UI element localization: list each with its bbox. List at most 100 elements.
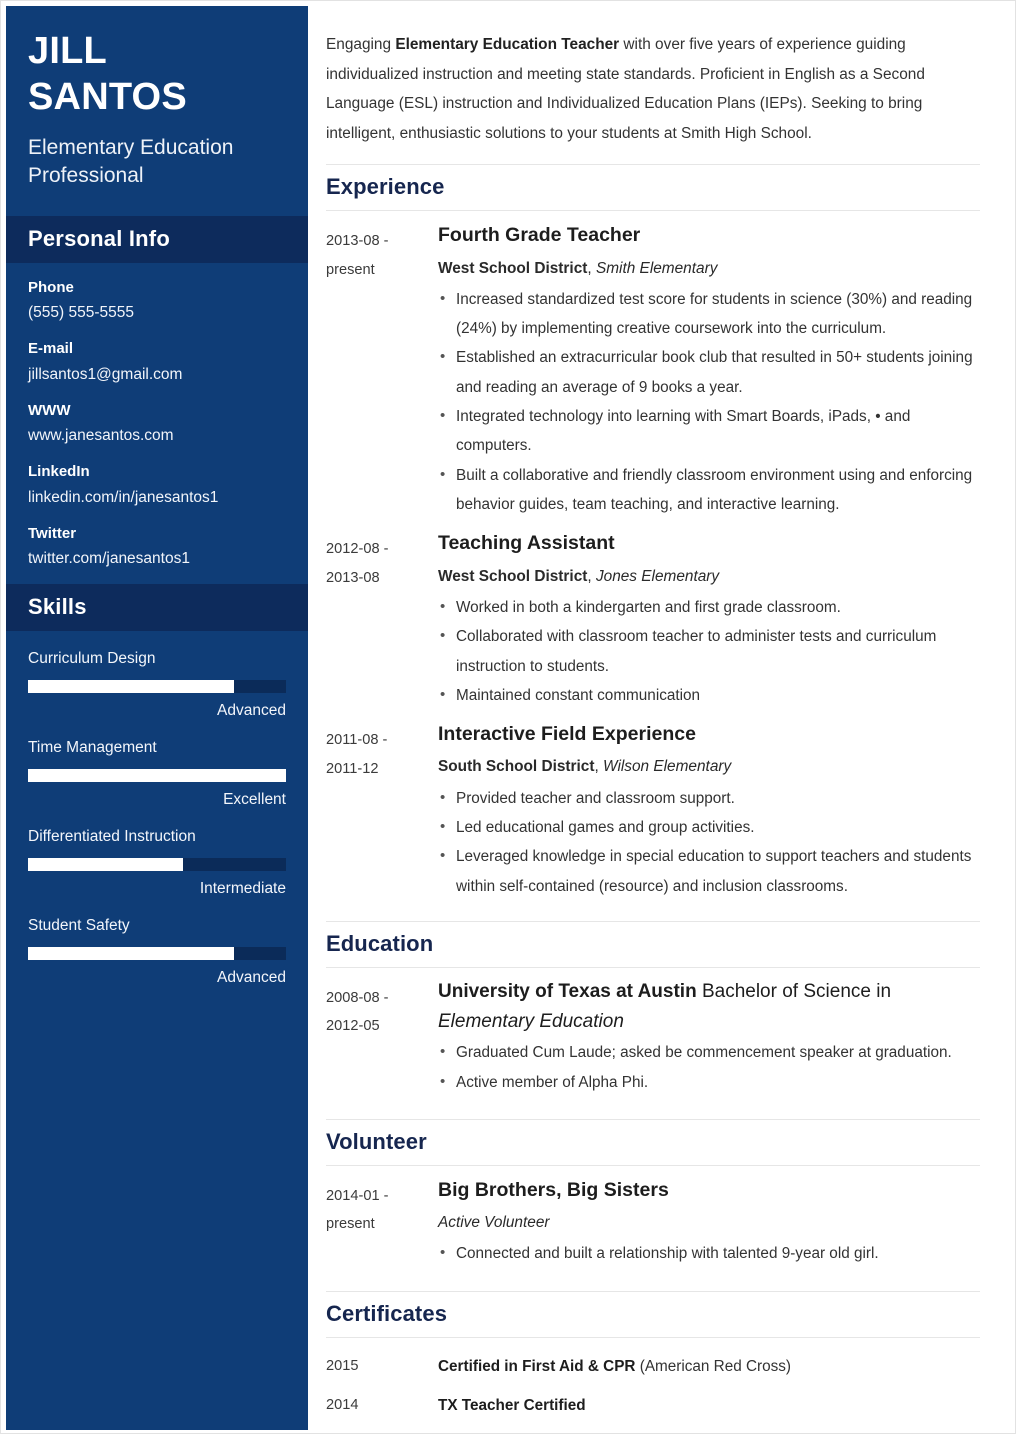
- volunteer-entries: 2014-01 - present Big Brothers, Big Sister…: [326, 1176, 980, 1275]
- job-bullets: Provided teacher and classroom support.L…: [438, 784, 980, 901]
- skill-progress-fill: [28, 680, 235, 694]
- employer-name: West School District: [438, 567, 588, 585]
- contact-label: LinkedIn: [28, 463, 90, 481]
- resume-page: JILL SANTOS Elementary Education Profess…: [0, 0, 1016, 1434]
- skill-item: Differentiated Instruction Intermediate: [28, 825, 286, 900]
- date-to: 2011-12: [326, 760, 379, 777]
- skill-level-label: Excellent: [223, 791, 286, 809]
- skill-level-label: Advanced: [217, 969, 286, 987]
- skill-progress-track: [28, 947, 286, 961]
- section-header-experience: Experience: [326, 164, 980, 212]
- personal-info-title: Personal Info: [28, 225, 170, 251]
- school-name: University of Texas at Austin: [438, 980, 697, 1002]
- entry-date-range: 2012-08 - 2013-08: [326, 529, 438, 716]
- volunteer-entry: 2014-01 - present Big Brothers, Big Sister…: [326, 1176, 980, 1275]
- personal-info-list: Phone (555) 555-5555 E-mail jillsantos1@gma…: [6, 263, 308, 572]
- skill-progress-fill: [28, 947, 235, 961]
- employer-location: Smith Elementary: [595, 259, 718, 277]
- bullet-item: Integrated technology into learning with…: [438, 402, 980, 461]
- section-header-volunteer: Volunteer: [326, 1118, 980, 1166]
- skill-name: Differentiated Instruction: [28, 828, 196, 846]
- employer-separator: ,: [587, 259, 596, 277]
- entry-body: Interactive Field Experience South School…: [438, 720, 980, 907]
- certificate-name: Certified in First Aid & CPR: [438, 1357, 636, 1375]
- contact-value[interactable]: twitter.com/janesantos1: [28, 547, 286, 571]
- experience-entry: 2011-08 - 2011-12 Interactive Field Experi…: [326, 720, 980, 907]
- employer-name: South School District: [438, 758, 595, 776]
- date-from: 2011-08 -: [326, 732, 388, 749]
- entry-body: Big Brothers, Big Sisters Active Voluntee…: [438, 1176, 980, 1275]
- last-name: SANTOS: [28, 76, 187, 119]
- experience-entries: 2013-08 - present Fourth Grade Teacher West…: [326, 221, 980, 907]
- skill-progress-track: [28, 858, 286, 872]
- skill-level-label: Intermediate: [199, 880, 286, 898]
- contact-label: Phone: [28, 278, 74, 296]
- volunteer-bullets: Connected and built a relationship with …: [438, 1239, 980, 1268]
- skill-progress-fill: [28, 858, 183, 872]
- certificates-title: Certificates: [326, 1300, 448, 1326]
- volunteer-title: Volunteer: [326, 1128, 427, 1154]
- contact-value[interactable]: jillsantos1@gmail.com: [28, 363, 286, 387]
- contact-value[interactable]: www.janesantos.com: [28, 424, 286, 448]
- summary-part-1: Engaging: [326, 36, 396, 53]
- bullet-item: Leveraged knowledge in special education…: [438, 842, 980, 901]
- date-to: 2012-05: [326, 1018, 380, 1035]
- contact-item: LinkedIn linkedin.com/in/janesantos1: [28, 461, 286, 510]
- employer-separator: ,: [587, 567, 596, 585]
- skill-progress-track: [28, 680, 286, 694]
- entry-date-range: 2008-08 - 2012-05: [326, 978, 438, 1103]
- date-from: 2012-08 -: [326, 541, 389, 558]
- contact-item: WWW www.janesantos.com: [28, 400, 286, 449]
- date-to: present: [326, 1216, 375, 1233]
- professional-headline: Elementary Education Professional: [28, 135, 234, 187]
- skills-list: Curriculum Design Advanced Time Management…: [6, 631, 308, 989]
- entry-date-range: 2013-08 - present: [326, 221, 438, 525]
- date-to: present: [326, 261, 375, 278]
- job-title: Teaching Assistant: [438, 532, 615, 555]
- section-header-education: Education: [326, 920, 980, 968]
- bullet-item: Maintained constant communication: [438, 681, 980, 710]
- skill-name: Student Safety: [28, 916, 130, 934]
- experience-title: Experience: [326, 174, 445, 200]
- bullet-item: Active member of Alpha Phi.: [438, 1068, 980, 1097]
- certificate-text: TX Teacher Certified: [438, 1393, 980, 1419]
- job-title: Interactive Field Experience: [438, 723, 696, 746]
- employer-line: West School District, Jones Elementary: [438, 563, 980, 591]
- bullet-item: Graduated Cum Laude; asked be commenceme…: [438, 1038, 980, 1067]
- contact-value[interactable]: linkedin.com/in/janesantos1: [28, 486, 286, 510]
- certificate-text: Certified in First Aid & CPR (American R…: [438, 1354, 980, 1380]
- date-from: 2008-08 -: [326, 989, 389, 1006]
- first-name: JILL: [28, 30, 107, 72]
- certificates-rows: 2015 Certified in First Aid & CPR (Americ…: [326, 1348, 980, 1426]
- certificate-row: 2015 Certified in First Aid & CPR (Americ…: [326, 1348, 980, 1387]
- skills-header: Skills: [6, 584, 308, 632]
- education-entries: 2008-08 - 2012-05 University of Texas at A…: [326, 978, 980, 1103]
- skill-level-label: Advanced: [217, 702, 286, 720]
- professional-summary: Engaging Elementary Education Teacher wi…: [326, 30, 980, 148]
- skill-progress-track: [28, 769, 286, 783]
- education-title: Education: [326, 930, 434, 956]
- certificate-year: 2015: [326, 1357, 359, 1374]
- contact-label: Twitter: [28, 524, 77, 542]
- entry-body: Teaching Assistant West School District, …: [438, 529, 980, 716]
- section-header-certificates: Certificates: [326, 1290, 980, 1338]
- degree-major: Elementary Education: [438, 1011, 624, 1033]
- main-content: Engaging Elementary Education Teacher wi…: [308, 6, 1012, 1430]
- job-title: Fourth Grade Teacher: [438, 224, 641, 247]
- employer-location: Wilson Elementary: [603, 758, 732, 776]
- job-bullets: Increased standardized test score for st…: [438, 285, 980, 520]
- contact-item: Phone (555) 555-5555: [28, 277, 286, 326]
- bullet-item: Collaborated with classroom teacher to a…: [438, 622, 980, 681]
- education-bullets: Graduated Cum Laude; asked be commenceme…: [438, 1038, 980, 1097]
- personal-info-header: Personal Info: [6, 215, 308, 263]
- contact-item: E-mail jillsantos1@gmail.com: [28, 338, 286, 387]
- volunteer-role: Active Volunteer: [438, 1214, 550, 1232]
- date-from: 2013-08 -: [326, 233, 389, 250]
- sidebar: JILL SANTOS Elementary Education Profess…: [6, 6, 308, 1430]
- contact-value[interactable]: (555) 555-5555: [28, 301, 286, 325]
- bullet-item: Built a collaborative and friendly class…: [438, 461, 980, 520]
- summary-bold-role: Elementary Education Teacher: [395, 36, 620, 53]
- bullet-item: Led educational games and group activiti…: [438, 813, 980, 842]
- bullet-item: Worked in both a kindergarten and first …: [438, 593, 980, 622]
- name-block: JILL SANTOS Elementary Education Profess…: [6, 6, 308, 216]
